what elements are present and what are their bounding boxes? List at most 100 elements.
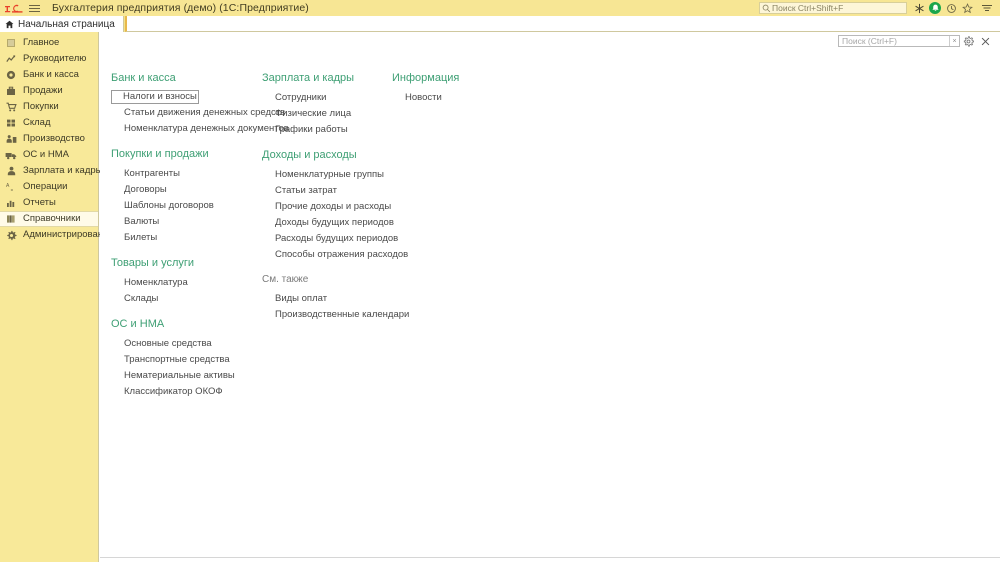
sidebar-item-proizvodstvo[interactable]: Производство	[0, 131, 98, 147]
sidebar-item-os-i-nma[interactable]: ОС и НМА	[0, 147, 98, 163]
tab-bar: Начальная страница	[0, 16, 1000, 32]
truck-icon	[4, 148, 18, 162]
sidebar-item-zarplata-i-kadry[interactable]: Зарплата и кадры	[0, 163, 102, 179]
sidebar-item-rukovoditelyu[interactable]: Руководителю	[0, 51, 98, 67]
group-zarplata-i-kadry: Зарплата и кадры Сотрудники Физические л…	[262, 72, 392, 138]
group-title: Банк и касса	[111, 72, 176, 84]
chart-trend-icon	[4, 52, 18, 66]
link-valyuty[interactable]: Валюты	[111, 214, 162, 230]
group-title: Покупки и продажи	[111, 148, 209, 161]
sidebar-item-label: Продажи	[23, 85, 63, 97]
group-title: Информация	[392, 72, 460, 84]
sidebar-item-spravochniki[interactable]: Справочники	[0, 211, 98, 227]
sidebar-item-administrirovanie[interactable]: Администрирование	[0, 227, 114, 243]
link-shablony-dogovorov[interactable]: Шаблоны договоров	[111, 198, 217, 214]
sidebar-item-label: Банк и касса	[23, 69, 79, 81]
link-klassifikator-okof[interactable]: Классификатор ОКОФ	[111, 384, 226, 400]
link-proizvodstvennye-kalendari[interactable]: Производственные календари	[262, 307, 412, 323]
main-menu-icon[interactable]	[977, 0, 997, 16]
link-sotrudniki[interactable]: Сотрудники	[262, 90, 329, 106]
svg-text:A: A	[6, 183, 10, 189]
home-icon	[5, 20, 14, 29]
link-nomenklaturnye-gruppy[interactable]: Номенклатурные группы	[262, 167, 387, 183]
sidebar-item-prodazhi[interactable]: Продажи	[0, 83, 98, 99]
group-title: Доходы и расходы	[262, 149, 357, 162]
search-icon	[762, 4, 771, 12]
link-nalogi-i-vznosy[interactable]: Налоги и взносы	[111, 90, 199, 105]
group-informaciya: Информация Новости	[392, 72, 592, 106]
sidebar-item-operacii[interactable]: A я Операции	[0, 179, 98, 195]
link-grafiki-raboty[interactable]: Графики работы	[262, 122, 351, 138]
group-title: Зарплата и кадры	[262, 72, 355, 84]
operations-icon: A я	[4, 180, 18, 194]
link-kontragenty[interactable]: Контрагенты	[111, 166, 183, 182]
link-novosti[interactable]: Новости	[392, 90, 445, 106]
sidebar-item-label: Покупки	[23, 101, 59, 113]
link-bilety[interactable]: Билеты	[111, 230, 160, 246]
bar-chart-icon	[4, 196, 18, 210]
link-dohody-budushchih-periodov[interactable]: Доходы будущих периодов	[262, 215, 397, 231]
link-sklady[interactable]: Склады	[111, 291, 161, 307]
content-search-row: Поиск (Ctrl+F) ×	[838, 32, 994, 50]
sidebar-item-glavnoe[interactable]: Главное	[0, 35, 98, 51]
column-1: Банк и касса Налоги и взносы Статьи движ…	[100, 72, 289, 411]
column-2: Зарплата и кадры Сотрудники Физические л…	[262, 72, 409, 411]
link-stati-zatrat[interactable]: Статьи затрат	[262, 183, 340, 199]
group-dohody-i-rashody: Доходы и расходы Номенклатурные группы С…	[262, 149, 408, 263]
sidebar: Главное Руководителю Банк и касса Продаж…	[0, 32, 114, 562]
sidebar-item-otchety[interactable]: Отчеты	[0, 195, 98, 211]
group-title: ОС и НМА	[111, 318, 165, 331]
sidebar-item-label: Главное	[23, 37, 60, 49]
link-vidy-oplat[interactable]: Виды оплат	[262, 291, 330, 307]
tab-home[interactable]: Начальная страница	[0, 16, 124, 32]
sidebar-item-label: Производство	[23, 133, 85, 145]
list-icon	[4, 36, 18, 50]
sidebar-item-label: Руководителю	[23, 53, 87, 65]
content-search-clear-button[interactable]: ×	[949, 36, 959, 46]
link-rashody-budushchih-periodov[interactable]: Расходы будущих периодов	[262, 231, 401, 247]
link-nematerialnye-aktivy[interactable]: Нематериальные активы	[111, 368, 238, 384]
sidebar-item-pokupki[interactable]: Покупки	[0, 99, 98, 115]
content-search-placeholder: Поиск (Ctrl+F)	[842, 36, 897, 46]
link-sposoby-otrazheniya-rashodov[interactable]: Способы отражения расходов	[262, 247, 411, 263]
link-dogovory[interactable]: Договоры	[111, 182, 170, 198]
sidebar-item-label: Справочники	[23, 213, 81, 225]
notification-bell-icon[interactable]	[927, 0, 943, 16]
link-fizicheskie-lica[interactable]: Физические лица	[262, 106, 354, 122]
favorites-star-icon[interactable]	[959, 0, 975, 16]
history-clock-icon[interactable]	[943, 0, 959, 16]
briefcase-icon	[4, 84, 18, 98]
link-prochie-dohody-i-rashody[interactable]: Прочие доходы и расходы	[262, 199, 394, 215]
app-title: Бухгалтерия предприятия (демо) (1С:Предп…	[52, 2, 309, 14]
sidebar-item-sklad[interactable]: Склад	[0, 115, 98, 131]
gear-icon[interactable]	[960, 33, 977, 49]
factory-icon	[4, 132, 18, 146]
group-bank-i-kassa: Банк и касса Налоги и взносы Статьи движ…	[111, 72, 289, 137]
global-search-input[interactable]: Поиск Ctrl+Shift+F	[759, 2, 907, 14]
application-window: Бухгалтерия предприятия (демо) (1С:Предп…	[0, 0, 1000, 562]
gear-icon	[4, 228, 18, 242]
sidebar-item-label: Операции	[23, 181, 68, 193]
asterisk-icon[interactable]	[911, 0, 927, 16]
group-pokupki-i-prodazhi: Покупки и продажи Контрагенты Договоры Ш…	[111, 148, 262, 246]
cart-icon	[4, 100, 18, 114]
close-icon[interactable]	[977, 33, 994, 49]
person-icon	[4, 164, 18, 178]
content-search-input[interactable]: Поиск (Ctrl+F) ×	[838, 35, 960, 47]
link-nomenklatura[interactable]: Номенклатура	[111, 275, 191, 291]
title-bar: Бухгалтерия предприятия (демо) (1С:Предп…	[0, 0, 1000, 16]
link-transportnye-sredstva[interactable]: Транспортные средства	[111, 352, 233, 368]
link-osnovnye-sredstva[interactable]: Основные средства	[111, 336, 215, 352]
tab-home-label: Начальная страница	[18, 18, 115, 30]
content-bottom-edge	[100, 557, 1000, 558]
sidebar-item-label: Склад	[23, 117, 51, 129]
group-title: Товары и услуги	[111, 257, 195, 270]
sidebar-item-bank-i-kassa[interactable]: Банк и касса	[0, 67, 98, 83]
hamburger-menu-icon[interactable]	[25, 3, 43, 14]
content-area: Поиск (Ctrl+F) × Банк и касса Налоги и в…	[100, 32, 1000, 562]
1c-logo-icon	[3, 3, 25, 14]
column-3: Информация Новости	[392, 72, 592, 411]
sidebar-item-label: ОС и НМА	[23, 149, 69, 161]
titlebar-actions: Поиск Ctrl+Shift+F	[759, 0, 1000, 16]
svg-text:я: я	[10, 187, 12, 192]
